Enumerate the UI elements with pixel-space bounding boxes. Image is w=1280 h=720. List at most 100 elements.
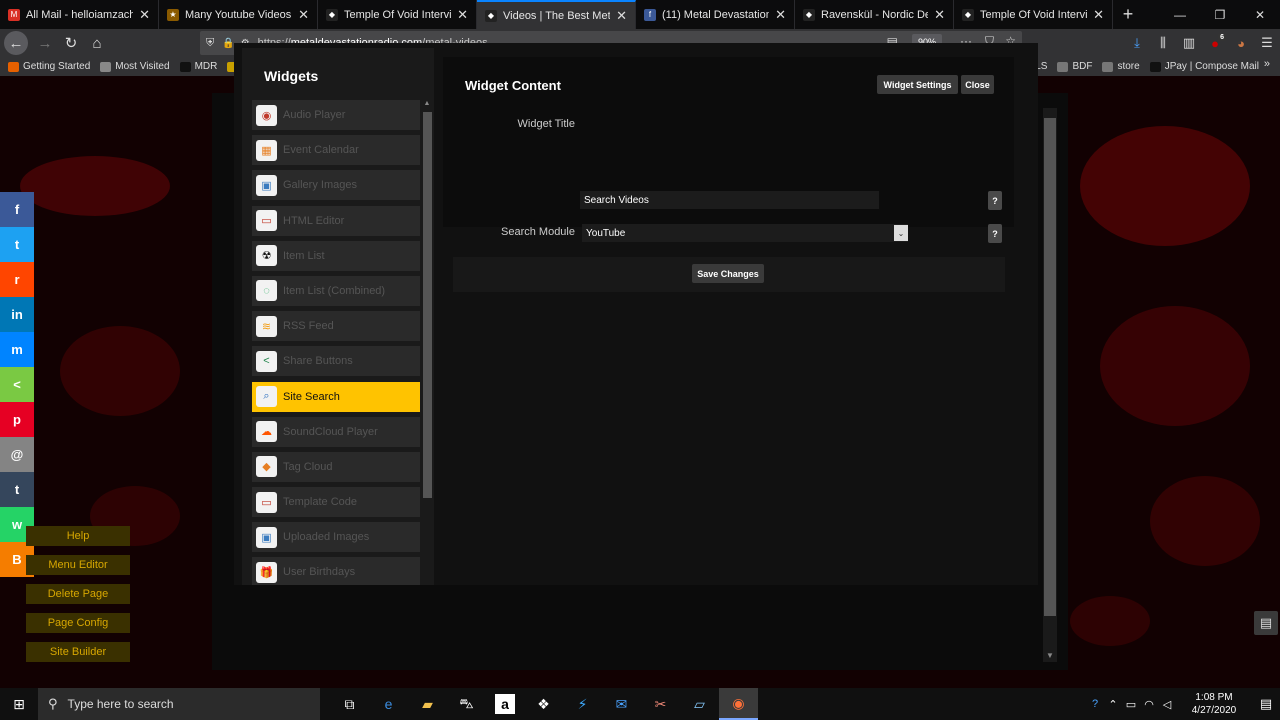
widget-item[interactable]: ☢ Item List bbox=[252, 240, 420, 271]
snip-icon[interactable]: ✂ bbox=[641, 688, 680, 720]
taskbar-search[interactable]: ⚲ Type here to search bbox=[38, 688, 320, 720]
admin-button[interactable]: Delete Page bbox=[26, 584, 130, 604]
chevron-up-icon[interactable]: ⌃ bbox=[1104, 698, 1122, 711]
widget-item[interactable]: ☁ SoundCloud Player bbox=[252, 416, 420, 447]
browser-tab[interactable]: f (11) Metal Devastation Ne ✕ bbox=[636, 0, 795, 29]
widget-item[interactable]: ◉ Audio Player bbox=[252, 100, 420, 130]
browser-tab[interactable]: ◆ Temple Of Void Interview ✕ bbox=[318, 0, 477, 29]
task-view-icon[interactable]: ⧉ bbox=[330, 688, 369, 720]
modal-scrollbar[interactable]: ▼ bbox=[1043, 108, 1057, 662]
share-button-icon[interactable]: p bbox=[0, 402, 34, 437]
close-tab-icon[interactable]: ✕ bbox=[457, 7, 468, 23]
share-button-icon[interactable]: f bbox=[0, 192, 34, 227]
widget-item[interactable]: ▦ Event Calendar bbox=[252, 135, 420, 166]
admin-button[interactable]: Page Config bbox=[26, 613, 130, 633]
admin-button[interactable]: Help bbox=[26, 526, 130, 546]
share-button-icon[interactable]: m bbox=[0, 332, 34, 367]
amazon-icon[interactable]: a bbox=[495, 694, 515, 714]
volume-icon[interactable]: ◁ bbox=[1158, 698, 1176, 711]
dropbox-icon[interactable]: ❖ bbox=[524, 688, 563, 720]
widget-title-input[interactable] bbox=[580, 191, 879, 209]
close-tab-icon[interactable]: ✕ bbox=[616, 8, 627, 24]
browser-tab[interactable]: ◆ Videos | The Best Metal Vi ✕ bbox=[477, 0, 636, 29]
menu-icon[interactable]: ☰ bbox=[1254, 35, 1280, 51]
browser-tab[interactable]: ◆ Temple Of Void Interview ✕ bbox=[954, 0, 1113, 29]
widget-item[interactable]: 🎁 User Birthdays bbox=[252, 557, 420, 585]
extension-ublock-icon[interactable]: ● 6 bbox=[1202, 33, 1228, 51]
widget-item[interactable]: ▣ Uploaded Images bbox=[252, 522, 420, 553]
vscode-icon[interactable]: ⚡ bbox=[563, 688, 602, 720]
search-module-help-button[interactable]: ? bbox=[988, 224, 1002, 243]
browser-tab[interactable]: M All Mail - helloiamzachary ✕ bbox=[0, 0, 159, 29]
notes-icon[interactable]: ▱ bbox=[680, 688, 719, 720]
home-button[interactable]: ⌂ bbox=[84, 30, 110, 56]
extension-icon[interactable]: ◕ bbox=[1228, 36, 1254, 51]
close-tab-icon[interactable]: ✕ bbox=[139, 7, 150, 23]
widget-item[interactable]: ◌ Item List (Combined) bbox=[252, 275, 420, 306]
chevron-down-icon[interactable]: ⌄ bbox=[894, 225, 908, 241]
widget-title-help-button[interactable]: ? bbox=[988, 191, 1002, 210]
widget-item[interactable]: ▭ Template Code bbox=[252, 487, 420, 518]
widget-item[interactable]: ▣ Gallery Images bbox=[252, 170, 420, 201]
browser-tab[interactable]: ★ Many Youtube Videos No ✕ bbox=[159, 0, 318, 29]
widget-item[interactable]: ≋ RSS Feed bbox=[252, 311, 420, 342]
scrollbar-thumb[interactable] bbox=[1044, 118, 1056, 616]
widget-item[interactable]: < Share Buttons bbox=[252, 346, 420, 377]
windows-start-icon[interactable]: ⊞ bbox=[0, 688, 38, 720]
minimize-icon[interactable]: — bbox=[1160, 0, 1200, 29]
store-icon[interactable]: ⛍ bbox=[447, 688, 486, 720]
browser-tab[interactable]: ◆ Ravenskül - Nordic Death ✕ bbox=[795, 0, 954, 29]
maximize-icon[interactable]: ❐ bbox=[1200, 0, 1240, 29]
library-icon[interactable]: ⫼ bbox=[1150, 35, 1176, 51]
shield-icon[interactable]: ⛨ bbox=[206, 37, 214, 50]
share-button-icon[interactable]: t bbox=[0, 227, 34, 262]
back-button[interactable]: ← bbox=[4, 31, 28, 55]
close-tab-icon[interactable]: ✕ bbox=[1093, 7, 1104, 23]
widget-settings-button[interactable]: Widget Settings bbox=[877, 75, 958, 94]
forward-button[interactable]: → bbox=[32, 30, 58, 56]
share-button-icon[interactable]: in bbox=[0, 297, 34, 332]
share-button-icon[interactable]: r bbox=[0, 262, 34, 297]
widgets-scrollbar[interactable]: ▲ bbox=[422, 100, 432, 585]
bookmark-item[interactable]: Most Visited bbox=[100, 61, 170, 72]
scrollbar-thumb[interactable] bbox=[423, 112, 432, 498]
admin-button[interactable]: Menu Editor bbox=[26, 555, 130, 575]
edge-icon[interactable]: e bbox=[369, 688, 408, 720]
close-tab-icon[interactable]: ✕ bbox=[775, 7, 786, 23]
share-button-icon[interactable]: @ bbox=[0, 437, 34, 472]
sidebar-icon[interactable]: ▥ bbox=[1176, 35, 1202, 51]
wifi-icon[interactable]: ◠ bbox=[1140, 698, 1158, 711]
lock-icon[interactable]: 🔒 bbox=[222, 38, 234, 49]
chat-icon[interactable]: ▤ bbox=[1254, 611, 1278, 635]
close-window-icon[interactable]: ✕ bbox=[1240, 0, 1280, 29]
close-tab-icon[interactable]: ✕ bbox=[934, 7, 945, 23]
new-tab-button[interactable]: + bbox=[1113, 0, 1143, 29]
admin-button[interactable]: Site Builder bbox=[26, 642, 130, 662]
bookmark-item[interactable]: Getting Started bbox=[8, 61, 90, 72]
scroll-down-arrow-icon[interactable]: ▼ bbox=[1043, 651, 1057, 660]
share-button-icon[interactable]: < bbox=[0, 367, 34, 402]
bookmark-item[interactable]: JPay | Compose Mail bbox=[1149, 61, 1259, 72]
widget-item[interactable]: ▭ HTML Editor bbox=[252, 205, 420, 236]
widget-item[interactable]: ◆ Tag Cloud bbox=[252, 451, 420, 482]
help-tray-icon[interactable]: ? bbox=[1086, 698, 1104, 710]
bookmark-item[interactable]: store bbox=[1102, 61, 1140, 72]
file-explorer-icon[interactable]: ▰ bbox=[408, 688, 447, 720]
bookmark-item[interactable]: MDR bbox=[179, 61, 217, 72]
battery-icon[interactable]: ▭ bbox=[1122, 698, 1140, 711]
search-module-select[interactable]: YouTube ⌄ bbox=[582, 224, 908, 242]
scroll-up-arrow-icon[interactable]: ▲ bbox=[422, 100, 432, 107]
close-tab-icon[interactable]: ✕ bbox=[298, 7, 309, 23]
share-button-icon[interactable]: t bbox=[0, 472, 34, 507]
notification-center-icon[interactable]: ▤ bbox=[1252, 696, 1280, 712]
bookmarks-overflow-icon[interactable]: » bbox=[1264, 58, 1270, 70]
close-button[interactable]: Close bbox=[961, 75, 994, 94]
reload-button[interactable]: ↻ bbox=[58, 30, 84, 56]
widget-item[interactable]: ⌕ Site Search bbox=[252, 381, 420, 412]
bookmark-item[interactable]: BDF bbox=[1057, 61, 1092, 72]
save-changes-button[interactable]: Save Changes bbox=[692, 264, 764, 283]
clock[interactable]: 1:08 PM 4/27/2020 bbox=[1176, 691, 1252, 717]
firefox-icon[interactable]: ◉ bbox=[719, 688, 758, 720]
downloads-icon[interactable]: ⤓ bbox=[1124, 35, 1150, 51]
mail-icon[interactable]: ✉ bbox=[602, 688, 641, 720]
